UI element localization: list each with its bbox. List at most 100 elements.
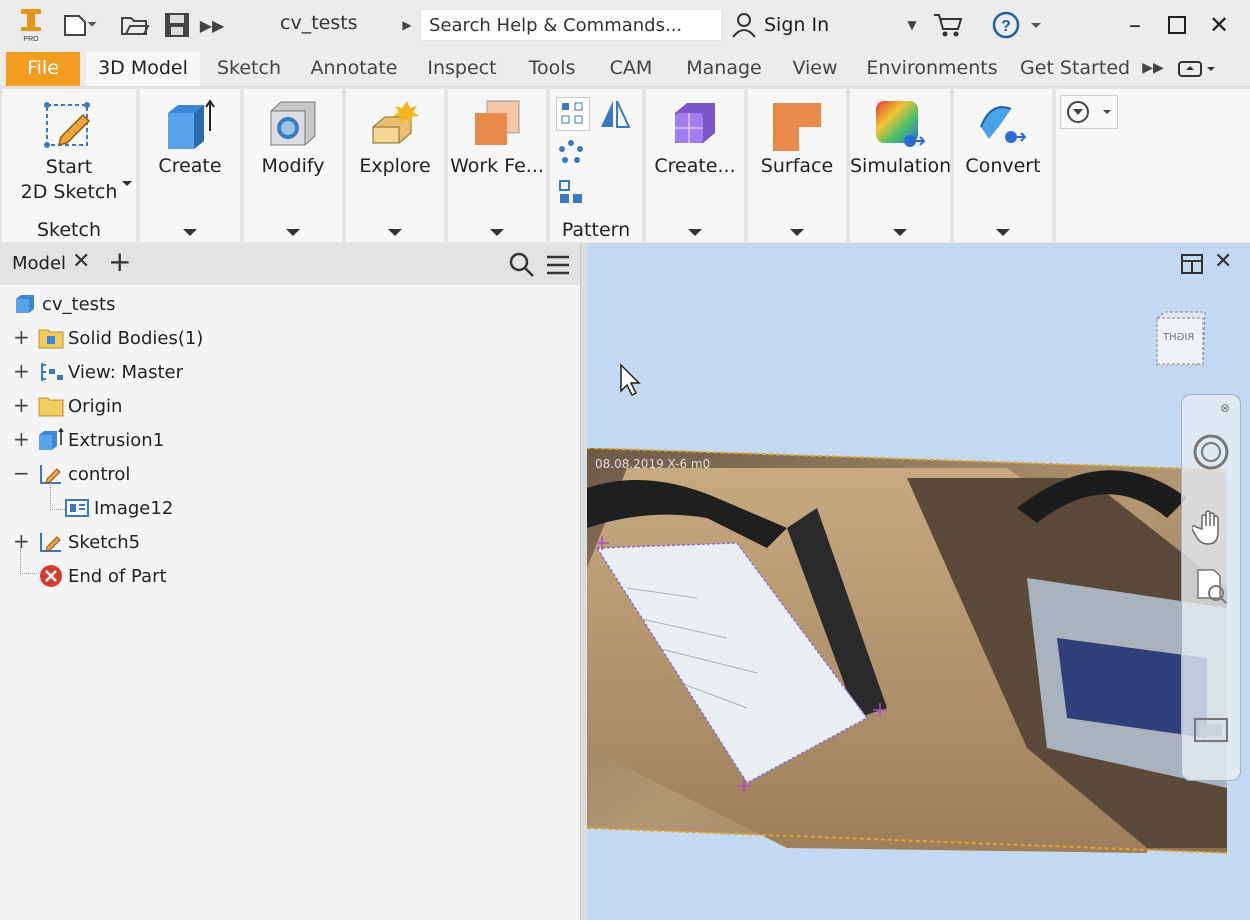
- search-input[interactable]: Search Help & Commands...: [420, 9, 722, 41]
- open-folder-icon[interactable]: [118, 10, 152, 40]
- more-tabs-icon[interactable]: ▶▶: [1138, 52, 1168, 86]
- tree-node-end-of-part[interactable]: End of Part: [38, 561, 167, 591]
- search-icon[interactable]: [508, 251, 536, 283]
- sign-in-button[interactable]: Sign In: [730, 8, 829, 42]
- cart-icon[interactable]: [928, 10, 968, 40]
- mouse-cursor-icon: [619, 363, 641, 401]
- folder-icon: [38, 394, 64, 418]
- chevron-down-icon: [388, 229, 402, 236]
- tab-inspect[interactable]: Inspect: [420, 52, 504, 86]
- new-document-icon[interactable]: [58, 10, 108, 40]
- tree-node-image12[interactable]: Image12: [64, 493, 173, 523]
- modify-panel[interactable]: Modify: [244, 89, 342, 242]
- close-view-icon[interactable]: ✕: [1214, 249, 1232, 274]
- end-of-part-icon: [38, 564, 64, 588]
- explore-panel[interactable]: Explore: [346, 89, 444, 242]
- help-icon[interactable]: ?: [990, 10, 1044, 40]
- ribbon-display-icon[interactable]: [1172, 52, 1222, 86]
- tab-model[interactable]: Model: [12, 253, 66, 274]
- inventor-logo-icon[interactable]: PRO: [14, 9, 48, 43]
- image-icon: [64, 496, 90, 520]
- pane-splitter[interactable]: [580, 243, 587, 920]
- tab-sketch[interactable]: Sketch: [212, 52, 286, 86]
- extrude-box-icon: [162, 97, 218, 153]
- tree-node-sketch5[interactable]: Sketch5: [38, 527, 140, 557]
- convert-panel[interactable]: Convert: [954, 89, 1052, 242]
- tab-environments[interactable]: Environments: [862, 52, 1002, 86]
- close-button[interactable]: ✕: [1202, 8, 1236, 42]
- save-icon[interactable]: [160, 10, 194, 40]
- view-rep-icon: [38, 360, 64, 384]
- tab-3d-model[interactable]: 3D Model: [86, 52, 200, 86]
- circular-pattern-icon[interactable]: [556, 137, 588, 169]
- zoom-page-icon[interactable]: [1192, 567, 1230, 609]
- svg-text:?: ?: [1001, 18, 1011, 35]
- document-title: cv_tests: [280, 12, 358, 34]
- simulation-panel[interactable]: Simulation: [850, 89, 951, 242]
- expand-icon[interactable]: +: [13, 327, 30, 347]
- chevron-down-icon: [688, 229, 702, 236]
- freeform-box-icon: [667, 97, 723, 153]
- surface-icon: [769, 97, 825, 153]
- tree-node-solid-bodies[interactable]: Solid Bodies(1): [38, 323, 203, 353]
- work-features-panel[interactable]: Work Fe...: [448, 89, 546, 242]
- part-icon: [12, 292, 38, 316]
- create-panel[interactable]: Create: [140, 89, 240, 242]
- expand-icon[interactable]: +: [13, 395, 30, 415]
- close-tab-icon[interactable]: ✕: [72, 249, 90, 274]
- surface-panel[interactable]: Surface: [748, 89, 846, 242]
- rectangular-pattern-icon[interactable]: [556, 97, 590, 131]
- split-view-icon[interactable]: [1180, 253, 1204, 279]
- navigation-bar: ⊗: [1181, 394, 1241, 781]
- inserted-image[interactable]: 08.08.2019 X-6 m0: [587, 448, 1250, 868]
- create-freeform-panel[interactable]: Create...: [646, 89, 744, 242]
- tab-view[interactable]: View: [786, 52, 844, 86]
- viewcube[interactable]: RIGHT: [1153, 308, 1207, 367]
- minimize-button[interactable]: –: [1118, 8, 1152, 42]
- start-sketch-icon: [39, 97, 95, 153]
- tab-manage[interactable]: Manage: [678, 52, 770, 86]
- tree-connector: [50, 483, 65, 510]
- sketch-panel: Start 2D Sketch Sketch: [2, 89, 136, 242]
- graphics-viewport[interactable]: ✕ RIGHT 08.08.2019 X-6 m0 ⊗: [587, 243, 1250, 920]
- title-expand-icon[interactable]: ▶: [398, 10, 416, 40]
- maximize-button[interactable]: [1160, 8, 1194, 42]
- pan-hand-icon[interactable]: [1191, 507, 1230, 551]
- add-tab-icon[interactable]: +: [108, 245, 131, 278]
- pattern-panel: Pattern: [550, 89, 642, 242]
- menu-icon[interactable]: [544, 251, 572, 283]
- ribbon-extra-panel: [1056, 89, 1250, 242]
- work-plane-icon: [469, 97, 525, 153]
- more-tools-icon[interactable]: ▶▶: [198, 10, 226, 40]
- title-bar: PRO ▶▶ cv_tests ▶ Search Help & Commands…: [0, 0, 1250, 52]
- steering-wheel-icon[interactable]: [1192, 433, 1230, 475]
- tree-node-extrusion1[interactable]: Extrusion1: [38, 425, 164, 455]
- chevron-down-icon: [286, 229, 300, 236]
- tab-file[interactable]: File: [6, 52, 80, 86]
- pattern-panel-label: Pattern: [561, 219, 631, 241]
- start-sketch-dropdown-icon[interactable]: [122, 181, 132, 186]
- svg-text:PRO: PRO: [23, 36, 39, 43]
- customize-dropdown-icon[interactable]: [1060, 95, 1118, 129]
- tab-annotate[interactable]: Annotate: [304, 52, 404, 86]
- look-at-icon[interactable]: [1192, 715, 1230, 751]
- folder-icon: [38, 326, 64, 350]
- close-navbar-icon[interactable]: ⊗: [1220, 401, 1230, 415]
- simulation-stress-icon: [872, 97, 928, 153]
- sign-in-dropdown-icon[interactable]: ▼: [902, 10, 922, 40]
- expand-icon[interactable]: +: [13, 361, 30, 381]
- tab-tools[interactable]: Tools: [520, 52, 584, 86]
- sketch-pattern-icon[interactable]: [556, 177, 588, 209]
- start-2d-sketch-button[interactable]: Start 2D Sketch: [2, 155, 136, 205]
- tab-get-started[interactable]: Get Started: [1020, 52, 1130, 86]
- tree-root[interactable]: cv_tests: [12, 289, 116, 319]
- tree-node-view-master[interactable]: View: Master: [38, 357, 183, 387]
- tree-node-origin[interactable]: Origin: [38, 391, 122, 421]
- expand-icon[interactable]: +: [13, 429, 30, 449]
- chevron-down-icon: [996, 229, 1010, 236]
- collapse-icon[interactable]: −: [13, 463, 30, 483]
- sketch-icon: [38, 530, 64, 554]
- mirror-icon[interactable]: [598, 97, 632, 129]
- tab-cam[interactable]: CAM: [600, 52, 662, 86]
- convert-icon: [975, 97, 1031, 153]
